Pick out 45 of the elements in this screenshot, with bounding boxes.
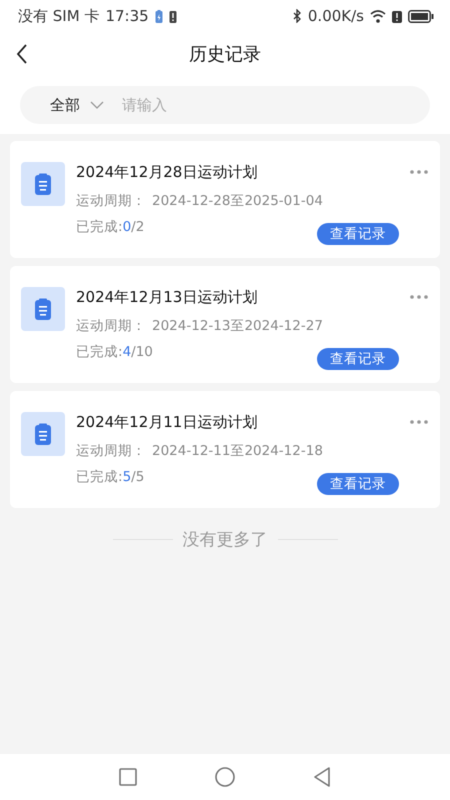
completed-count: 0: [122, 219, 132, 235]
clipboard-icon: [21, 412, 65, 456]
period-label: 运动周期：: [76, 192, 146, 210]
search-field[interactable]: 请输入: [122, 86, 430, 124]
period-text: 2024-12-11至2024-12-18: [152, 442, 323, 460]
alert-icon: [392, 10, 402, 22]
square-icon[interactable]: [119, 768, 137, 786]
wifi-icon: [370, 10, 386, 22]
filter-dropdown[interactable]: 全部: [20, 86, 122, 124]
total-count: /2: [131, 219, 144, 235]
period-label: 运动周期：: [76, 442, 146, 460]
clipboard-icon: [21, 162, 65, 206]
period-label: 运动周期：: [76, 317, 146, 335]
more-icon[interactable]: [410, 295, 428, 299]
plan-title: 2024年12月13日运动计划: [76, 287, 258, 307]
battery-saver-icon: [154, 10, 163, 22]
network-speed-text: 0.00K/s: [308, 7, 364, 25]
completed-label: 已完成:: [76, 344, 123, 360]
completed-count: 4: [122, 344, 132, 360]
total-count: /10: [131, 344, 153, 360]
page-title: 历史记录: [189, 43, 261, 66]
plan-title: 2024年12月28日运动计划: [76, 162, 258, 182]
completed-label: 已完成:: [76, 469, 123, 485]
clipboard-icon: [21, 287, 65, 331]
view-record-button[interactable]: 查看记录: [317, 473, 399, 495]
bluetooth-icon: [292, 9, 302, 23]
more-icon[interactable]: [410, 170, 428, 174]
view-record-button[interactable]: 查看记录: [317, 223, 399, 245]
period-text: 2024-12-13至2024-12-27: [152, 317, 323, 335]
alert-icon: [168, 10, 177, 22]
no-more-text: 没有更多了: [182, 529, 268, 551]
more-icon[interactable]: [410, 420, 428, 424]
total-count: /5: [131, 469, 144, 485]
clock-text: 17:35: [105, 7, 149, 25]
chevron-down-icon: [90, 101, 104, 109]
triangle-back-icon[interactable]: [313, 767, 331, 787]
battery-icon: [408, 10, 434, 22]
plan-title: 2024年12月11日运动计划: [76, 412, 258, 432]
carrier-text: 没有 SIM 卡: [18, 6, 100, 26]
circle-icon[interactable]: [215, 767, 235, 787]
period-text: 2024-12-28至2025-01-04: [152, 192, 323, 210]
completed-count: 5: [122, 469, 132, 485]
view-record-button[interactable]: 查看记录: [317, 348, 399, 370]
completed-label: 已完成:: [76, 219, 123, 235]
back-icon[interactable]: [16, 44, 28, 64]
